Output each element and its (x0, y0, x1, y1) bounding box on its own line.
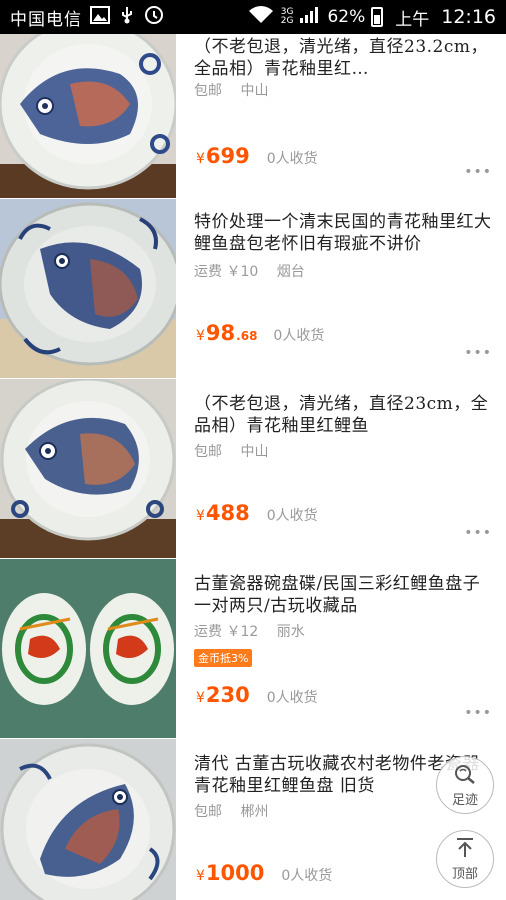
product-item[interactable]: 古董瓷器碗盘碟/民国三彩红鲤鱼盘子一对两只/古玩收藏品 运费 ￥12 丽水 金币… (0, 559, 506, 740)
price: ¥ 230 0人收货 (196, 683, 318, 707)
clock: 12:16 (441, 6, 496, 28)
price-cents: .68 (236, 329, 258, 343)
sync-icon (144, 5, 164, 29)
price-integer: 699 (205, 144, 250, 168)
sold-count: 0人收货 (266, 508, 318, 524)
product-meta: 运费 ￥12 丽水 (194, 621, 319, 641)
currency-symbol: ¥ (196, 508, 205, 524)
top-label: 顶部 (451, 866, 478, 882)
price: ¥ 488 0人收货 (196, 501, 318, 525)
usb-icon (118, 6, 136, 28)
currency-symbol: ¥ (196, 868, 205, 884)
price: ¥ 98 .68 0人收货 (196, 321, 324, 345)
carrier-name: 中国电信 (10, 9, 82, 30)
shipping-info: 包邮 (194, 83, 222, 99)
signal-icon (299, 6, 321, 29)
price-integer: 488 (205, 501, 250, 525)
price-integer: 230 (205, 683, 250, 707)
sold-count: 0人收货 (281, 868, 333, 884)
product-item[interactable]: （不老包退，清光绪，直径23.2cm，全品相）青花釉里红… 包邮 中山 ¥ 69… (0, 34, 506, 200)
back-to-top-button[interactable]: 顶部 (436, 830, 494, 888)
shipping-info: 运费 ￥10 (194, 264, 259, 280)
network-2g: 2G (280, 16, 294, 26)
more-options-icon[interactable]: ••• (464, 164, 492, 180)
search-history-icon (452, 763, 478, 789)
battery-percent: 62% (327, 7, 366, 27)
shipping-info: 包邮 (194, 444, 222, 460)
product-image[interactable] (0, 559, 176, 738)
location: 郴州 (240, 804, 269, 820)
product-image[interactable] (0, 34, 176, 198)
sold-count: 0人收货 (273, 328, 325, 344)
location: 中山 (240, 83, 269, 99)
product-meta: 运费 ￥10 烟台 (194, 261, 319, 281)
product-title[interactable]: （不老包退，清光绪，直径23cm，全品相）青花釉里红鲤鱼 (194, 393, 494, 437)
product-item[interactable]: （不老包退，清光绪，直径23cm，全品相）青花釉里红鲤鱼 包邮 中山 ¥ 488… (0, 379, 506, 560)
product-item[interactable]: 特价处理一个清末民国的青花釉里红大鲤鱼盘包老怀旧有瑕疵不讲价 运费 ￥10 烟台… (0, 199, 506, 380)
product-item[interactable]: 清代 古董古玩收藏农村老物件老瓷器 青花釉里红鲤鱼盘 旧货 包邮 郴州 ¥ 10… (0, 739, 506, 900)
product-title[interactable]: 特价处理一个清末民国的青花釉里红大鲤鱼盘包老怀旧有瑕疵不讲价 (194, 211, 494, 255)
product-image[interactable] (0, 379, 176, 558)
location: 中山 (240, 444, 269, 460)
footprint-label: 足迹 (451, 792, 478, 808)
product-image[interactable] (0, 199, 176, 378)
location: 烟台 (276, 264, 305, 280)
battery-icon (371, 7, 384, 27)
sold-count: 0人收货 (266, 151, 318, 167)
product-meta: 包邮 中山 (194, 80, 282, 100)
wifi-icon (247, 5, 275, 30)
product-list[interactable]: （不老包退，清光绪，直径23.2cm，全品相）青花釉里红… 包邮 中山 ¥ 69… (0, 34, 506, 900)
footprint-button[interactable]: 足迹 (436, 756, 494, 814)
product-meta: 包邮 中山 (194, 441, 282, 461)
gallery-icon (90, 6, 110, 28)
product-title[interactable]: （不老包退，清光绪，直径23.2cm，全品相）青花釉里红… (194, 36, 494, 80)
product-title[interactable]: 古董瓷器碗盘碟/民国三彩红鲤鱼盘子一对两只/古玩收藏品 (194, 573, 494, 617)
more-options-icon[interactable]: ••• (464, 525, 492, 541)
price-integer: 98 (205, 321, 236, 345)
sold-count: 0人收货 (266, 690, 318, 706)
shipping-info: 运费 ￥12 (194, 624, 259, 640)
currency-symbol: ¥ (196, 328, 205, 344)
coin-discount-badge: 金币抵3% (194, 649, 253, 667)
currency-symbol: ¥ (196, 690, 205, 706)
more-options-icon[interactable]: ••• (464, 705, 492, 721)
location: 丽水 (276, 624, 305, 640)
network-type: 3G 2G (281, 8, 294, 26)
shipping-info: 包邮 (194, 804, 222, 820)
arrow-up-icon (454, 837, 476, 863)
price: ¥ 1000 0人收货 (196, 861, 332, 885)
more-options-icon[interactable]: ••• (464, 345, 492, 361)
am-pm: 上午 (395, 9, 430, 30)
product-image[interactable] (0, 739, 176, 900)
product-meta: 包邮 郴州 (194, 801, 282, 821)
price: ¥ 699 0人收货 (196, 144, 318, 168)
price-integer: 1000 (205, 861, 265, 885)
currency-symbol: ¥ (196, 151, 205, 167)
status-bar: 中国电信 3G 2G 62% 上午 12:16 (0, 0, 506, 34)
